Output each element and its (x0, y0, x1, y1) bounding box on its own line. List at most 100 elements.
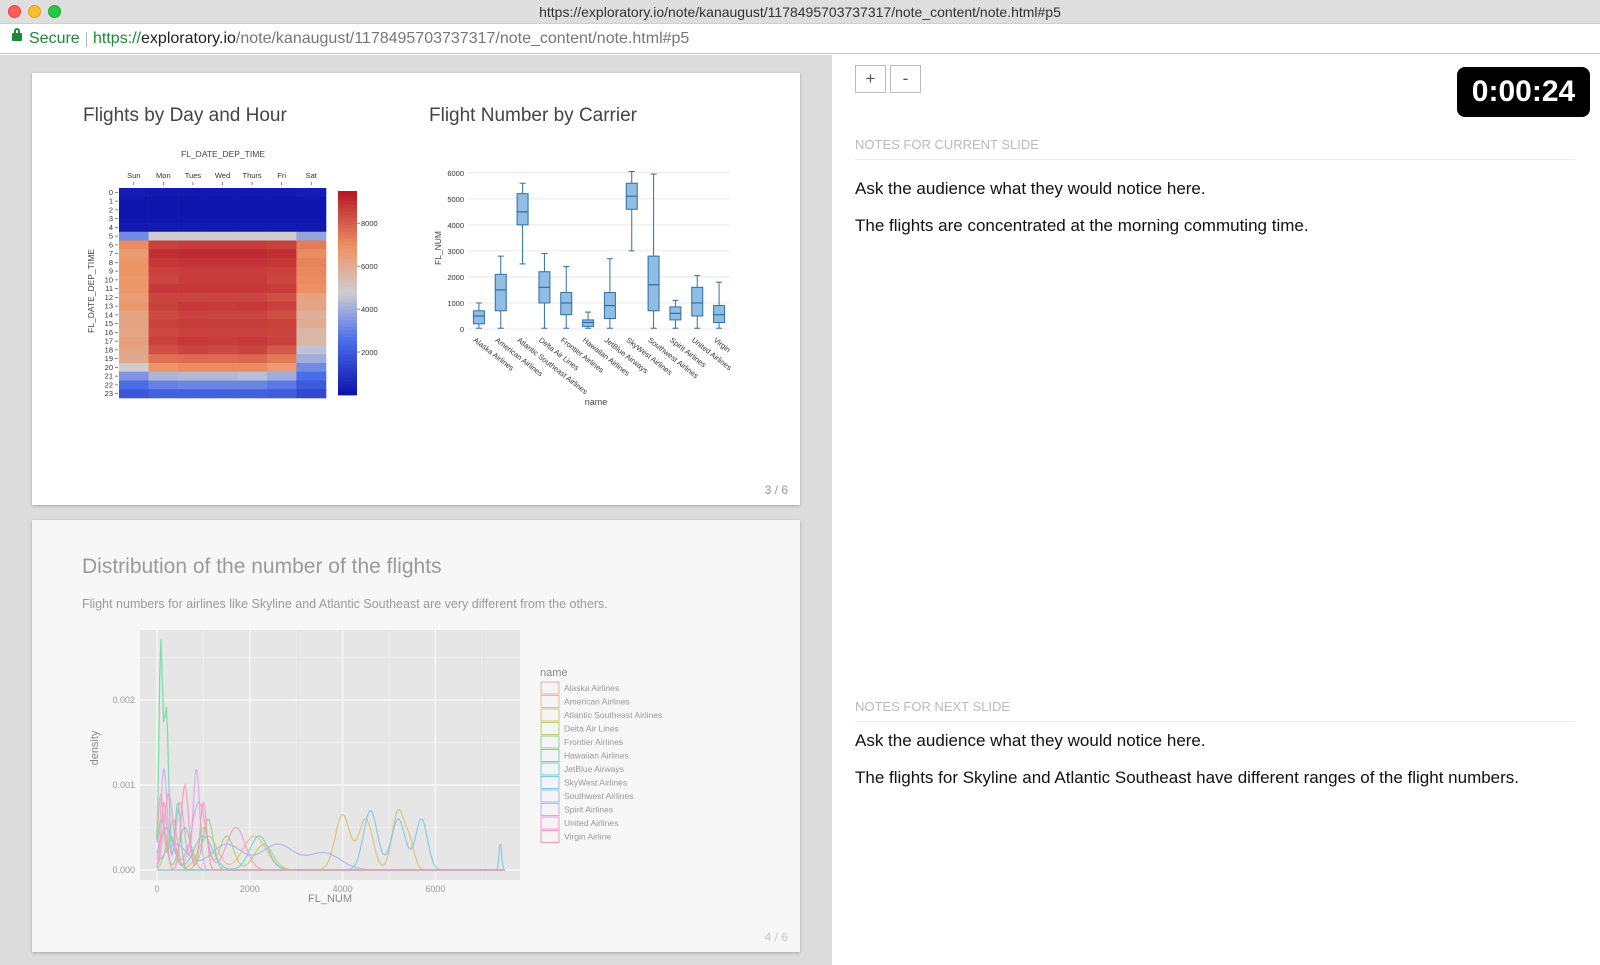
box (713, 305, 726, 323)
density-x-tick: 2000 (240, 884, 260, 894)
heatmap-cell (296, 345, 327, 355)
heatmap-cell (266, 249, 297, 259)
heatmap-cell (207, 310, 238, 320)
heatmap-cell (266, 188, 297, 198)
heatmap-cell (207, 275, 238, 285)
heatmap-cell (207, 231, 238, 241)
heatmap-cell (119, 371, 149, 381)
heatmap-cell (119, 196, 149, 206)
colorbar-tick: 2000 (361, 348, 378, 357)
colorbar-segment (338, 265, 357, 270)
colorbar-segment (338, 191, 357, 195)
heatmap-cell (237, 380, 268, 390)
heatmap-cell (119, 223, 149, 233)
heatmap-y-tick: 22 (105, 380, 113, 389)
colorbar-segment (338, 201, 357, 205)
heatmap-cell (207, 196, 238, 206)
colorbar-segment (338, 371, 357, 375)
boxplot-y-label: FL_NUM (433, 231, 443, 265)
legend-swatch (540, 695, 560, 708)
heatmap-cell (207, 240, 238, 250)
heatmap-cell (178, 363, 209, 373)
density-x-tick: 4000 (333, 884, 353, 894)
heatmap-cell (148, 258, 179, 268)
heatmap-cell (237, 214, 268, 224)
heatmap-cell (296, 223, 327, 233)
heatmap-cell (119, 301, 149, 311)
heatmap-x-tick: Sun (127, 171, 140, 180)
zoom-in-button[interactable]: + (855, 65, 886, 93)
heatmap-cell (178, 205, 209, 215)
heatmap-cell (296, 266, 327, 276)
heatmap-cell (148, 354, 179, 364)
heatmap-cell (148, 275, 179, 285)
heatmap-y-tick: 15 (105, 319, 113, 328)
heatmap-cell (237, 188, 268, 198)
colorbar-segment (338, 289, 357, 294)
density-x-tick: 0 (154, 884, 159, 894)
colorbar-segment (338, 211, 357, 216)
heatmap-cell (266, 223, 297, 233)
heatmap-cell (148, 214, 179, 224)
box (691, 286, 704, 317)
heatmap-cell (178, 240, 209, 250)
heatmap-cell (296, 301, 327, 311)
legend-swatch (540, 789, 560, 803)
heatmap-cell (296, 249, 327, 259)
colorbar-segment (338, 333, 357, 338)
colorbar-segment (338, 286, 357, 290)
colorbar-segment (338, 245, 357, 250)
colorbar-segment (338, 214, 357, 219)
current-slide[interactable]: Flights by Day and Hour Flight Number by… (32, 73, 800, 505)
legend-swatch (540, 816, 560, 830)
heatmap-cell (237, 328, 268, 338)
presentation-timer[interactable]: 0:00:24 (1457, 67, 1590, 117)
presenter-panel: + - 0:00:24 NOTES FOR CURRENT SLIDE Ask … (832, 55, 1600, 965)
heatmap-cell (207, 223, 238, 233)
heatmap-cell (148, 310, 179, 320)
heatmap-cell (119, 310, 149, 320)
lock-icon (12, 28, 22, 41)
heatmap-cell (296, 188, 327, 198)
next-note-line: Ask the audience what they would notice … (855, 731, 1206, 750)
heatmap-y-tick: 1 (109, 197, 113, 206)
heatmap-cell (148, 293, 179, 303)
heatmap-cell (178, 293, 209, 303)
heatmap-y-tick: 4 (109, 223, 113, 232)
legend-swatch (540, 735, 560, 749)
heatmap-cell (148, 266, 179, 276)
heatmap-cell (178, 196, 209, 206)
heatmap-cell (178, 249, 209, 259)
heatmap-cell (296, 231, 327, 241)
zoom-out-button[interactable]: - (890, 65, 921, 93)
heatmap-cell (266, 354, 297, 364)
next-slide-page-number: 4 / 6 (764, 930, 788, 944)
legend-swatch (540, 722, 560, 735)
colorbar-segment (338, 252, 357, 256)
colorbar-segment (338, 374, 357, 379)
heatmap-y-tick: 13 (105, 302, 113, 311)
colorbar-tick: 8000 (361, 219, 378, 228)
heatmap-y-tick: 6 (109, 240, 113, 249)
colorbar-segment (338, 197, 357, 202)
colorbar-segment (338, 357, 357, 362)
heatmap-cell (296, 371, 327, 381)
colorbar-segment (338, 320, 357, 324)
heatmap-cell (296, 293, 327, 303)
colorbar-segment (338, 313, 357, 318)
heatmap-cell (178, 188, 209, 198)
next-slide[interactable]: Distribution of the number of the flight… (32, 520, 800, 952)
heatmap-x-tick: Mon (156, 171, 171, 180)
heatmap-x-tick: Sat (306, 171, 318, 180)
heatmap-cell (237, 275, 268, 285)
heatmap-cell (266, 380, 297, 390)
box (516, 193, 529, 226)
url-path: /note/kanaugust/1178495703737317/note_co… (235, 30, 690, 47)
colorbar-segment (338, 330, 357, 335)
heatmap-cell (207, 380, 238, 390)
heatmap-y-tick: 3 (109, 214, 113, 223)
address-bar[interactable]: Secure https://exploratory.io/note/kanau… (0, 24, 1600, 54)
heatmap-cell (178, 223, 209, 233)
heatmap-y-tick: 0 (109, 188, 113, 197)
url-text[interactable]: https://exploratory.io/note/kanaugust/11… (93, 30, 689, 48)
